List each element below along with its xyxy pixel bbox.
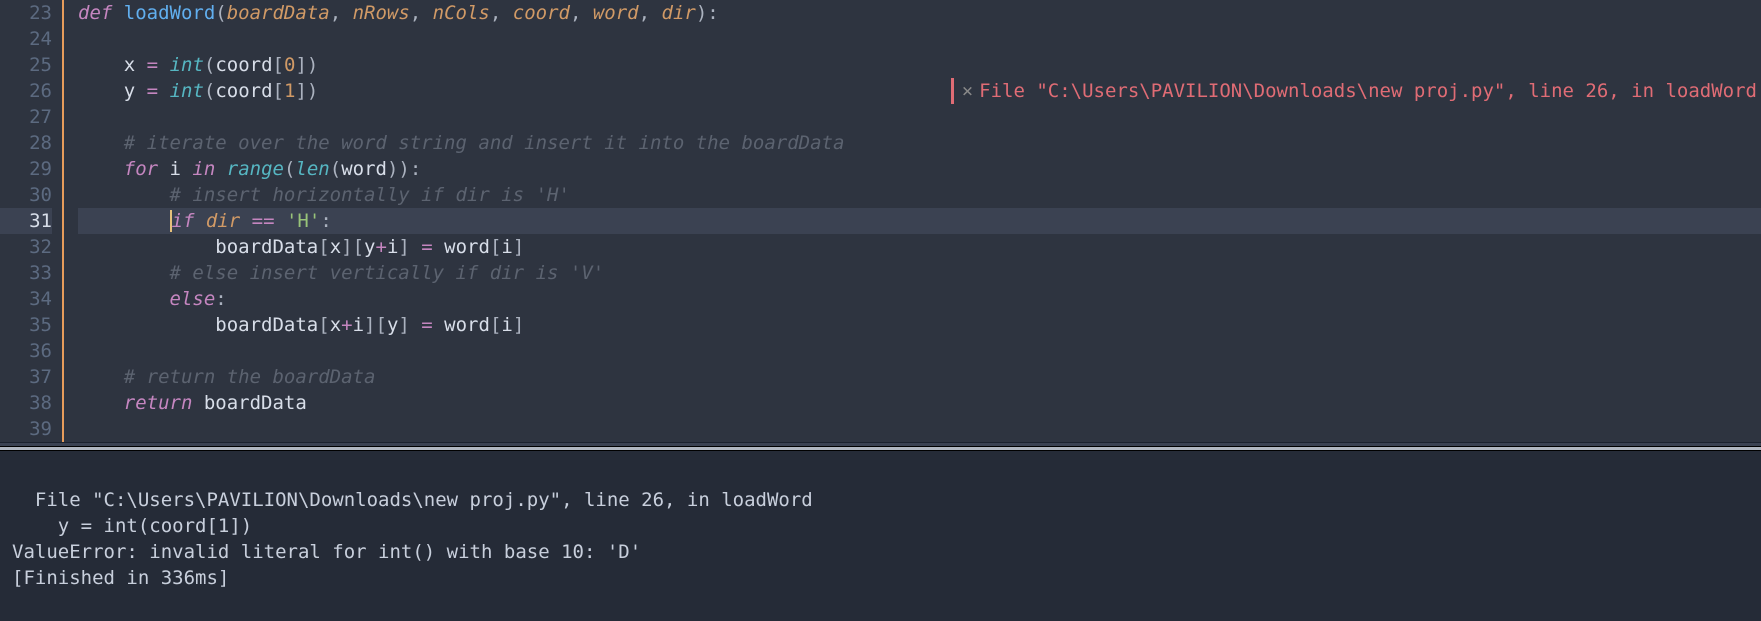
inline-error-text: File "C:\Users\PAVILION\Downloads\new pr… <box>979 78 1757 104</box>
line-number: 23 <box>0 0 52 26</box>
line-number: 25 <box>0 52 52 78</box>
code-line[interactable]: # iterate over the word string and inser… <box>78 130 1761 156</box>
close-icon[interactable]: × <box>962 78 973 104</box>
line-number: 36 <box>0 338 52 364</box>
code-line[interactable] <box>78 338 1761 364</box>
code-line[interactable]: # insert horizontally if dir is 'H' <box>78 182 1761 208</box>
code-line[interactable]: else: <box>78 286 1761 312</box>
line-number: 38 <box>0 390 52 416</box>
line-number: 26 <box>0 78 52 104</box>
code-line[interactable]: def loadWord(boardData, nRows, nCols, co… <box>78 0 1761 26</box>
build-output-line: ValueError: invalid literal for int() wi… <box>12 541 641 563</box>
code-line[interactable] <box>78 26 1761 52</box>
line-number: 37 <box>0 364 52 390</box>
line-number: 34 <box>0 286 52 312</box>
line-number: 35 <box>0 312 52 338</box>
line-number: 31 <box>0 208 52 234</box>
line-number: 27 <box>0 104 52 130</box>
code-content[interactable]: def loadWord(boardData, nRows, nCols, co… <box>64 0 1761 442</box>
line-number-gutter: 2324252627282930313233343536373839 <box>0 0 64 442</box>
code-area[interactable]: 2324252627282930313233343536373839 def l… <box>0 0 1761 442</box>
line-number: 24 <box>0 26 52 52</box>
line-number: 28 <box>0 130 52 156</box>
code-line[interactable]: # return the boardData <box>78 364 1761 390</box>
build-output-line: [Finished in 336ms] <box>12 567 229 589</box>
inline-error-annotation: ×File "C:\Users\PAVILION\Downloads\new p… <box>951 78 1757 104</box>
code-line[interactable]: for i in range(len(word)): <box>78 156 1761 182</box>
line-number: 32 <box>0 234 52 260</box>
code-line[interactable]: if dir == 'H': <box>78 208 1761 234</box>
code-line[interactable]: boardData[x+i][y] = word[i] <box>78 312 1761 338</box>
code-line[interactable]: boardData[x][y+i] = word[i] <box>78 234 1761 260</box>
editor-window: 2324252627282930313233343536373839 def l… <box>0 0 1761 621</box>
code-line[interactable]: return boardData <box>78 390 1761 416</box>
build-output-panel[interactable]: File "C:\Users\PAVILION\Downloads\new pr… <box>0 451 1761 621</box>
code-line[interactable]: y = int(coord[1])×File "C:\Users\PAVILIO… <box>78 78 1761 104</box>
code-line[interactable]: # else insert vertically if dir is 'V' <box>78 260 1761 286</box>
line-number: 39 <box>0 416 52 442</box>
code-line[interactable] <box>78 416 1761 442</box>
build-output-line: y = int(coord[1]) <box>12 515 252 537</box>
build-output-line: File "C:\Users\PAVILION\Downloads\new pr… <box>12 489 813 511</box>
code-line[interactable]: x = int(coord[0]) <box>78 52 1761 78</box>
line-number: 30 <box>0 182 52 208</box>
code-line[interactable] <box>78 104 1761 130</box>
line-number: 29 <box>0 156 52 182</box>
line-number: 33 <box>0 260 52 286</box>
